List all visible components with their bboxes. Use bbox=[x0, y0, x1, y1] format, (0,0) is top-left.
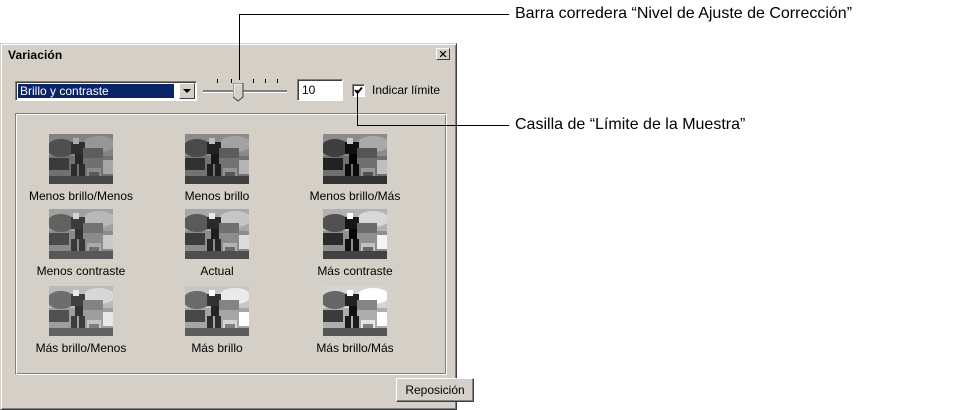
callout-line-checkbox-horizontal bbox=[357, 125, 509, 126]
slider-tick bbox=[265, 79, 266, 83]
variation-thumbnail[interactable] bbox=[323, 209, 387, 259]
callout-line-slider-horizontal bbox=[239, 14, 509, 15]
show-limit-label: Indicar límite bbox=[372, 83, 441, 97]
callout-slider-label: Barra corredera “Nivel de Ajuste de Corr… bbox=[515, 5, 853, 22]
variation-thumbnail[interactable] bbox=[49, 134, 113, 184]
adjustment-mode-value: Brillo y contraste bbox=[18, 84, 174, 98]
variation-caption: Más brillo/Menos bbox=[35, 341, 127, 355]
variation-tile[interactable]: Más brillo/Más bbox=[290, 286, 420, 358]
variation-caption: Menos brillo/Más bbox=[309, 189, 401, 203]
window-title: Variación bbox=[8, 48, 63, 62]
slider-thumb[interactable] bbox=[233, 83, 244, 102]
correction-level-slider[interactable] bbox=[203, 78, 287, 106]
checkmark-icon bbox=[354, 86, 363, 95]
variation-tile[interactable]: Menos brillo/Menos bbox=[16, 134, 146, 206]
variation-dialog: Variación Brillo y contraste 10 Indicar … bbox=[0, 43, 474, 410]
adjustment-mode-select[interactable]: Brillo y contraste bbox=[15, 81, 197, 101]
variations-panel: Menos brillo/Menos Menos brillo Menos br… bbox=[15, 113, 447, 375]
variation-caption: Más brillo bbox=[191, 341, 243, 355]
variation-thumbnail[interactable] bbox=[185, 134, 249, 184]
variation-tile[interactable]: Menos brillo bbox=[152, 134, 282, 206]
slider-tick bbox=[231, 79, 232, 83]
reset-button[interactable]: Reposición bbox=[396, 378, 474, 402]
show-limit-checkbox[interactable] bbox=[352, 84, 365, 97]
dropdown-button[interactable] bbox=[179, 83, 195, 99]
variation-tile[interactable]: Más brillo bbox=[152, 286, 282, 358]
close-button[interactable] bbox=[436, 48, 450, 60]
variation-caption: Más brillo/Más bbox=[316, 341, 394, 355]
variation-thumbnail[interactable] bbox=[185, 286, 249, 336]
variation-thumbnail[interactable] bbox=[323, 286, 387, 336]
variation-caption: Más contraste bbox=[317, 264, 393, 278]
variation-thumbnail[interactable] bbox=[185, 209, 249, 259]
callout-checkbox-label: Casilla de “Límite de la Muestra” bbox=[515, 116, 746, 133]
variation-tile[interactable]: Menos contraste bbox=[16, 209, 146, 281]
slider-tick bbox=[277, 79, 278, 83]
variation-caption: Menos brillo bbox=[184, 189, 250, 203]
callout-line-checkbox-vertical bbox=[357, 90, 358, 126]
slider-tick bbox=[253, 79, 254, 83]
variation-tile[interactable]: Más contraste bbox=[290, 209, 420, 281]
title-bar[interactable]: Variación bbox=[4, 47, 453, 63]
variation-thumbnail[interactable] bbox=[49, 209, 113, 259]
variation-tile[interactable]: Más brillo/Menos bbox=[16, 286, 146, 358]
variation-thumbnail[interactable] bbox=[49, 286, 113, 336]
slider-tick bbox=[217, 79, 218, 83]
close-icon bbox=[440, 51, 447, 57]
variation-tile[interactable]: Menos brillo/Más bbox=[290, 134, 420, 206]
variation-caption: Actual bbox=[200, 264, 234, 278]
variation-caption: Menos contraste bbox=[36, 264, 126, 278]
adjustment-level-input[interactable]: 10 bbox=[297, 79, 343, 101]
variation-tile[interactable]: Actual bbox=[152, 209, 282, 281]
chevron-down-icon bbox=[183, 89, 191, 93]
callout-line-slider-vertical bbox=[239, 14, 240, 80]
variation-caption: Menos brillo/Menos bbox=[28, 189, 134, 203]
slider-track bbox=[203, 90, 287, 93]
variation-thumbnail[interactable] bbox=[323, 134, 387, 184]
